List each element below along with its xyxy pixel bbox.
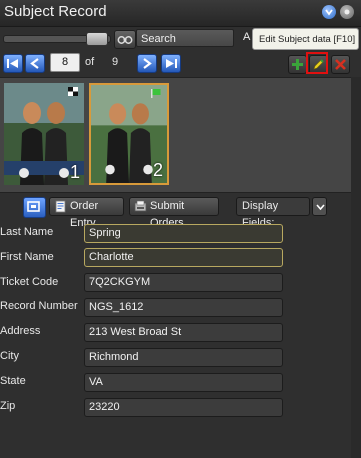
- green-flag-icon: [151, 89, 161, 98]
- first-page-icon: [7, 59, 18, 68]
- binoculars-icon[interactable]: [114, 30, 136, 49]
- last-page-button[interactable]: [161, 54, 181, 73]
- address-field[interactable]: 213 West Broad St: [84, 323, 283, 342]
- order-entry-button[interactable]: Order Entry: [49, 197, 124, 229]
- last-name-label: Last Name: [0, 226, 54, 238]
- submit-orders-icon: [134, 200, 147, 212]
- total-pages: 9: [112, 56, 119, 68]
- next-page-button[interactable]: [137, 54, 157, 73]
- search-option-label[interactable]: A: [243, 31, 250, 43]
- add-icon: [292, 59, 303, 70]
- prev-page-button[interactable]: [25, 54, 45, 73]
- ticket-code-field[interactable]: 7Q2CKGYM: [84, 273, 283, 292]
- order-entry-icon: [55, 200, 66, 213]
- scrollbar[interactable]: [351, 77, 361, 458]
- city-field[interactable]: Richmond: [84, 348, 283, 367]
- last-name-field[interactable]: Spring: [84, 224, 283, 243]
- page-number-input[interactable]: 8: [50, 53, 80, 72]
- address-label: Address: [0, 325, 41, 337]
- down-arrow-icon[interactable]: [322, 5, 336, 19]
- settings-icon[interactable]: [340, 5, 354, 19]
- thumbnail-number: 1: [69, 162, 80, 182]
- add-button[interactable]: [288, 55, 307, 74]
- title-bar: Subject Record: [0, 0, 361, 27]
- zoom-slider-thumb[interactable]: [86, 32, 108, 46]
- city-label: City: [0, 350, 19, 362]
- last-page-icon: [166, 59, 177, 68]
- record-number-label: Record Number: [0, 300, 78, 312]
- next-page-icon: [143, 58, 152, 69]
- checkered-flag-icon: [68, 87, 78, 96]
- display-fields-label: Display Fields:: [236, 197, 310, 229]
- edit-button-highlight: [306, 52, 328, 74]
- zip-label: Zip: [0, 400, 16, 412]
- first-name-field[interactable]: Charlotte: [84, 248, 283, 267]
- display-fields-dropdown[interactable]: [312, 197, 327, 216]
- first-page-button[interactable]: [3, 54, 23, 73]
- prev-page-icon: [30, 58, 39, 69]
- delete-icon: [335, 59, 346, 70]
- delete-button[interactable]: [331, 55, 350, 74]
- state-label: State: [0, 375, 26, 387]
- record-number-field[interactable]: NGS_1612: [84, 298, 283, 317]
- edit-tooltip: Edit Subject data [F10]: [252, 28, 359, 50]
- window-title: Subject Record: [4, 3, 107, 20]
- thumbnail-number: 2: [152, 160, 163, 180]
- zip-field[interactable]: 23220: [84, 398, 283, 417]
- submit-orders-button[interactable]: Submit Orders: [129, 197, 219, 229]
- state-field[interactable]: VA: [84, 373, 283, 392]
- ticket-code-label: Ticket Code: [0, 276, 59, 288]
- view-icon: [27, 201, 40, 212]
- search-input[interactable]: Search: [136, 29, 234, 47]
- thumbnail-1[interactable]: 1: [4, 83, 84, 185]
- chevron-down-icon: [316, 204, 325, 210]
- view-button[interactable]: [23, 197, 46, 218]
- of-label: of: [85, 56, 95, 68]
- first-name-label: First Name: [0, 251, 54, 263]
- thumbnail-2[interactable]: 2: [89, 83, 169, 185]
